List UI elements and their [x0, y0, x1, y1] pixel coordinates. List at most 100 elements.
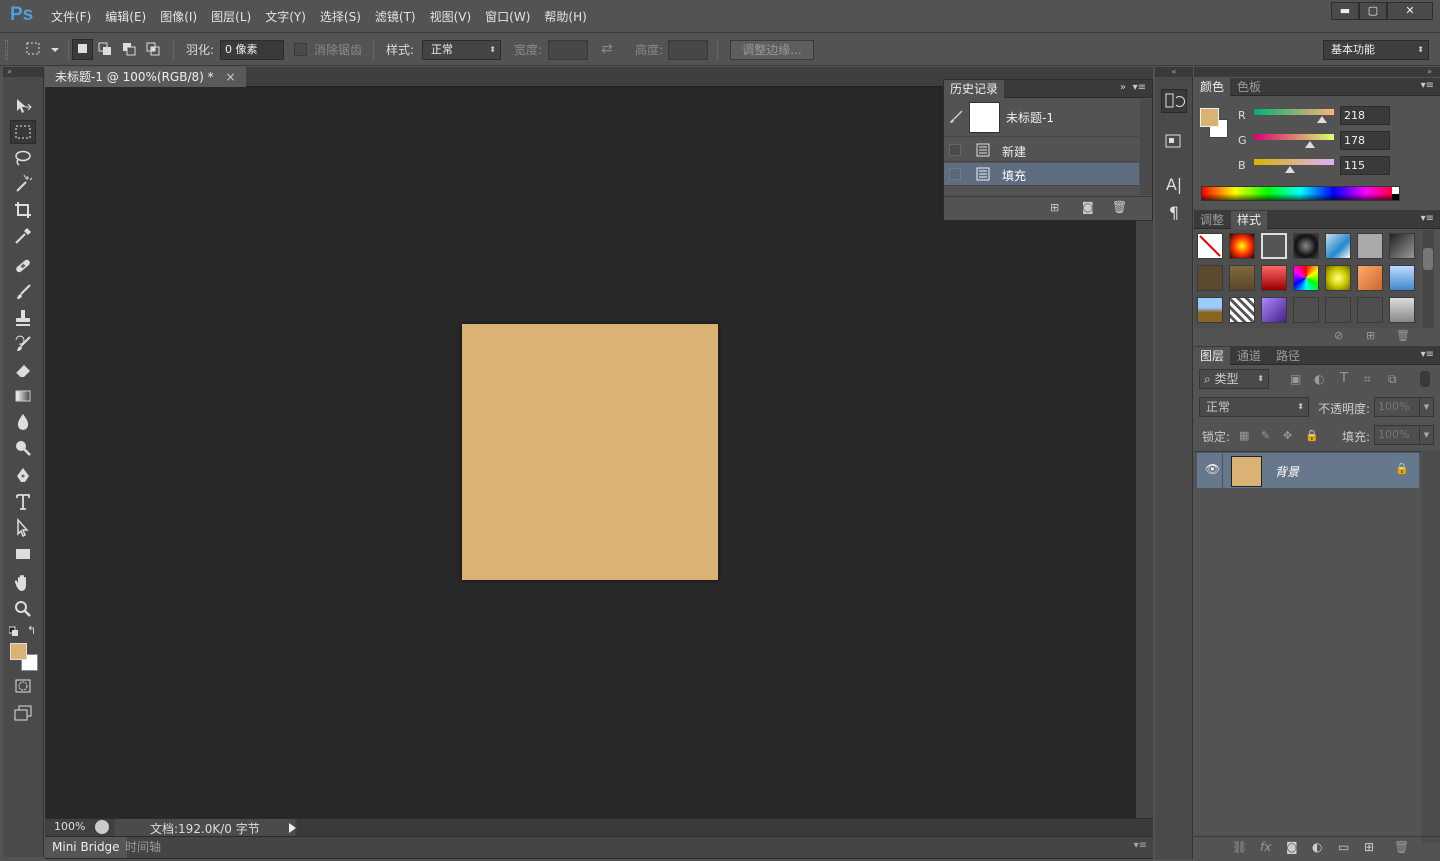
style-swatch[interactable] [1293, 297, 1319, 323]
tab-adjustments[interactable]: 调整 [1194, 211, 1230, 229]
zoom-level[interactable]: 100% [54, 820, 85, 833]
fill-input[interactable]: 100% [1374, 425, 1420, 445]
brush-tool[interactable] [10, 280, 36, 304]
style-swatch[interactable] [1197, 265, 1223, 291]
adjustment-layer-icon[interactable]: ◐ [1312, 840, 1322, 854]
layer-filter-select[interactable]: ⌕ 类型 ⬍ [1199, 369, 1269, 389]
crop-tool[interactable] [10, 198, 36, 222]
link-layers-icon[interactable]: ⛓ [1232, 840, 1247, 854]
style-swatch[interactable] [1389, 233, 1415, 259]
menu-view[interactable]: 视图(V) [423, 9, 479, 25]
menu-type[interactable]: 文字(Y) [258, 9, 313, 25]
menu-filter[interactable]: 滤镜(T) [368, 9, 423, 25]
collapse-arrows-icon[interactable]: » [1120, 82, 1126, 93]
style-swatch[interactable] [1197, 297, 1223, 323]
g-value-input[interactable]: 178 [1340, 131, 1390, 150]
menu-help[interactable]: 帮助(H) [537, 9, 593, 25]
brush-source-checkbox[interactable] [949, 168, 961, 180]
paragraph-panel-icon[interactable]: ¶ [1161, 201, 1187, 225]
r-slider-thumb[interactable] [1317, 116, 1328, 123]
zoom-tool[interactable] [10, 597, 36, 621]
style-swatch[interactable] [1357, 297, 1383, 323]
swap-arrows-icon[interactable]: ⇄ [601, 42, 613, 56]
marquee-preset-icon[interactable] [24, 40, 64, 58]
style-swatch[interactable] [1261, 265, 1287, 291]
new-selection-button[interactable] [72, 39, 93, 60]
lock-all-icon[interactable]: 🔒 [1305, 429, 1319, 442]
swap-colors-icon[interactable]: ↰ [27, 624, 36, 637]
tab-layers[interactable]: 图层 [1194, 347, 1231, 365]
refine-edge-button[interactable]: 调整边缘... [730, 40, 814, 60]
rectangle-tool[interactable] [10, 542, 36, 566]
menu-file[interactable]: 文件(F) [44, 9, 98, 25]
panel-menu-icon[interactable]: ▾≡ [1421, 349, 1434, 360]
expand-arrows-icon[interactable]: « [1155, 67, 1193, 77]
style-swatch[interactable] [1229, 265, 1255, 291]
collapse-arrows-icon[interactable]: » [3, 67, 43, 77]
camera-icon[interactable]: ◙ [1082, 200, 1094, 214]
new-group-icon[interactable]: ▭ [1338, 840, 1349, 854]
history-brush-tool[interactable] [10, 332, 36, 356]
layer-row[interactable]: 👁 背景 🔒 [1196, 452, 1420, 490]
lock-image-icon[interactable]: ✎ [1261, 429, 1270, 442]
tab-swatches[interactable]: 色板 [1231, 78, 1267, 96]
new-layer-icon[interactable]: ⊞ [1364, 840, 1374, 854]
trash-icon[interactable]: 🗑 [1394, 840, 1409, 854]
canvas[interactable] [462, 324, 718, 580]
workspace-select[interactable]: 基本功能 ⬍ [1323, 40, 1429, 60]
style-swatch[interactable] [1357, 233, 1383, 259]
pen-tool[interactable] [10, 464, 36, 488]
panel-menu-icon[interactable]: ▾≡ [1421, 80, 1434, 91]
lasso-tool[interactable] [10, 146, 36, 170]
eraser-tool[interactable] [10, 358, 36, 382]
style-none[interactable] [1197, 233, 1223, 259]
quick-mask-button[interactable] [10, 674, 36, 698]
add-mask-icon[interactable]: ◙ [1286, 840, 1298, 854]
style-swatch[interactable] [1389, 297, 1415, 323]
r-slider[interactable] [1254, 109, 1334, 115]
horizontal-scrollbar[interactable] [297, 819, 1153, 836]
tab-paths[interactable]: 路径 [1270, 347, 1306, 365]
style-swatch[interactable] [1293, 233, 1319, 259]
feather-input[interactable]: 0 像素 [220, 40, 284, 60]
menu-edit[interactable]: 编辑(E) [98, 9, 153, 25]
trash-icon[interactable]: 🗑 [1112, 200, 1127, 214]
b-slider[interactable] [1254, 159, 1334, 165]
styles-scrollbar[interactable] [1422, 230, 1434, 328]
move-tool[interactable] [10, 94, 36, 118]
tab-timeline[interactable]: 时间轴 [118, 837, 168, 858]
history-brush-source-icon[interactable] [949, 110, 963, 124]
panel-menu-icon[interactable]: ▾≡ [1134, 840, 1147, 851]
character-panel-icon[interactable]: A| [1161, 173, 1187, 197]
grip-handle[interactable] [5, 40, 8, 60]
add-selection-button[interactable] [95, 39, 116, 60]
style-swatch[interactable] [1229, 233, 1255, 259]
style-swatch[interactable] [1325, 265, 1351, 291]
brush-source-checkbox[interactable] [949, 144, 961, 156]
maximize-button[interactable]: ▢ [1359, 2, 1387, 20]
history-snapshot[interactable]: 未标题-1 [944, 99, 1139, 137]
intersect-selection-button[interactable] [143, 39, 164, 60]
opacity-input[interactable]: 100% [1374, 397, 1420, 417]
style-swatch[interactable] [1325, 233, 1351, 259]
fill-dropdown-icon[interactable]: ▼ [1419, 425, 1434, 445]
tab-color[interactable]: 颜色 [1194, 78, 1231, 96]
filter-shape-icon[interactable]: ⌗ [1364, 372, 1371, 387]
status-menu-arrow-icon[interactable] [289, 823, 296, 833]
collapse-arrows-icon[interactable]: » [1194, 67, 1440, 77]
foreground-color-box[interactable] [1200, 108, 1219, 127]
opacity-dropdown-icon[interactable]: ▼ [1419, 397, 1434, 417]
history-scrollbar[interactable] [1140, 99, 1152, 195]
properties-panel-icon[interactable] [1161, 131, 1187, 155]
filter-adjustment-icon[interactable]: ◐ [1314, 372, 1324, 386]
r-value-input[interactable]: 218 [1340, 106, 1390, 125]
lock-transparent-icon[interactable]: ▦ [1239, 429, 1249, 442]
new-document-from-state-icon[interactable]: ⊞ [1050, 201, 1059, 214]
style-swatch-selected[interactable] [1261, 233, 1287, 259]
share-icon[interactable] [95, 820, 109, 834]
style-swatch[interactable] [1389, 265, 1415, 291]
b-value-input[interactable]: 115 [1340, 156, 1390, 175]
layers-scrollbar[interactable] [1422, 451, 1440, 843]
path-selection-tool[interactable] [10, 516, 36, 540]
document-tab[interactable]: 未标题-1 @ 100%(RGB/8) * × [45, 67, 246, 87]
